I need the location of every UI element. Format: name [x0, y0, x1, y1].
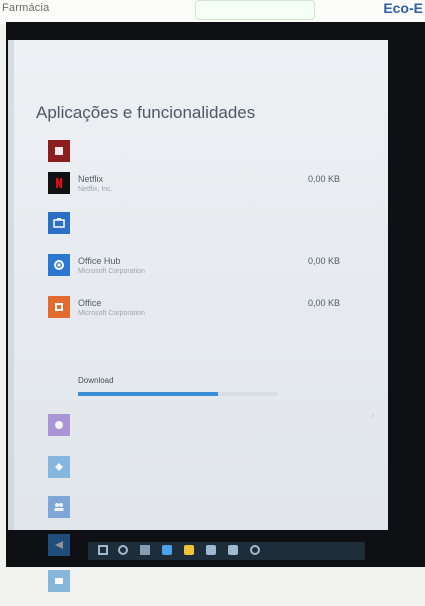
download-progress-bar [78, 392, 278, 396]
start-icon[interactable] [98, 545, 108, 555]
app-publisher: Netflix, Inc. [78, 186, 113, 193]
overlay-brand-text: Eco-E [383, 0, 423, 16]
app-row-office-hub[interactable]: Office Hub Microsoft Corporation 0,00 KB [48, 254, 348, 290]
app-row-office[interactable]: Office Microsoft Corporation 0,00 KB [48, 296, 348, 332]
app-icon [48, 456, 70, 478]
app-size: 0,00 KB [307, 256, 340, 266]
app-name: Netflix [78, 174, 104, 184]
top-overlay-strip: Farmácia Eco-E [0, 0, 425, 24]
app-icon [48, 570, 70, 592]
app-size: 0,00 KB [307, 174, 340, 184]
edge-icon[interactable] [162, 545, 172, 555]
page-title: Aplicações e funcionalidades [36, 103, 256, 122]
settings-icon[interactable] [250, 545, 260, 555]
download-status: Download [78, 376, 114, 385]
app-publisher: Microsoft Corporation [78, 268, 145, 275]
taskbar [88, 542, 365, 560]
app-name: Office [78, 298, 102, 308]
app-icon [48, 414, 70, 436]
netflix-icon [48, 172, 70, 194]
store-icon[interactable] [206, 545, 216, 555]
task-view-icon[interactable] [140, 545, 150, 555]
search-icon[interactable] [118, 545, 128, 555]
store-icon [48, 254, 70, 276]
download-progress-fill [78, 392, 218, 396]
app-row[interactable] [48, 414, 348, 450]
share-icon [48, 534, 70, 556]
people-icon [48, 496, 70, 518]
app-size: 0,00 KB [307, 298, 340, 308]
app-row[interactable] [48, 456, 348, 492]
app-row[interactable] [48, 140, 348, 176]
overlay-box [195, 0, 315, 20]
screen: Aplicações e funcionalidades Netflix Net… [8, 40, 388, 592]
app-icon [48, 140, 70, 162]
screen-left-edge [8, 40, 14, 530]
app-row[interactable] [48, 570, 348, 606]
app-publisher: Microsoft Corporation [78, 310, 145, 317]
scroll-indicator-icon[interactable]: › [371, 410, 375, 422]
app-icon [48, 212, 70, 234]
app-name: Office Hub [78, 256, 121, 266]
office-icon [48, 296, 70, 318]
mail-icon[interactable] [228, 545, 238, 555]
explorer-icon[interactable] [184, 545, 194, 555]
app-row[interactable] [48, 212, 348, 248]
app-row[interactable] [48, 496, 348, 532]
overlay-left-text: Farmácia [2, 2, 50, 14]
app-row-netflix[interactable]: Netflix Netflix, Inc. 0,00 KB [48, 172, 348, 208]
